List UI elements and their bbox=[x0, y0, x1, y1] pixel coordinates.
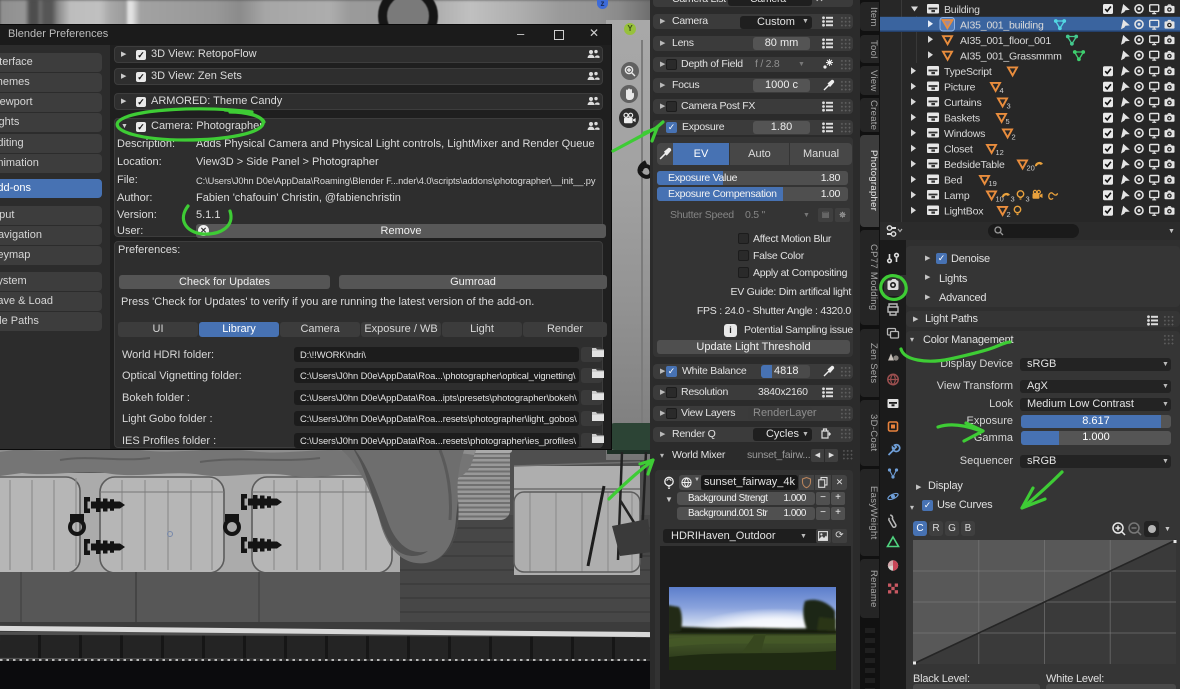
svg-text:Baskets: Baskets bbox=[944, 113, 980, 125]
svg-text:Closet: Closet bbox=[944, 144, 973, 156]
svg-text:Picture: Picture bbox=[944, 82, 976, 94]
svg-text:3: 3 bbox=[1011, 195, 1015, 204]
svg-text:TypeScript: TypeScript bbox=[944, 66, 992, 78]
svg-text:Curtains: Curtains bbox=[944, 97, 982, 109]
svg-text:AI35_001_building: AI35_001_building bbox=[960, 20, 1044, 32]
svg-text:BedsideTable: BedsideTable bbox=[944, 159, 1005, 171]
svg-text:2: 2 bbox=[1007, 210, 1011, 219]
svg-text:Lamp: Lamp bbox=[944, 190, 970, 202]
svg-text:12: 12 bbox=[996, 148, 1004, 157]
svg-text:Bed: Bed bbox=[944, 175, 962, 187]
svg-text:3: 3 bbox=[1007, 102, 1011, 111]
svg-text:3: 3 bbox=[1026, 195, 1030, 204]
svg-text:5: 5 bbox=[1006, 117, 1010, 126]
svg-text:AI35_001_floor_001: AI35_001_floor_001 bbox=[960, 35, 1051, 47]
svg-text:Windows: Windows bbox=[944, 128, 985, 140]
svg-text:Building: Building bbox=[944, 4, 980, 16]
svg-text:AI35_001_Grassmmm: AI35_001_Grassmmm bbox=[960, 51, 1062, 63]
svg-text:4: 4 bbox=[1000, 86, 1004, 95]
svg-text:19: 19 bbox=[989, 179, 997, 188]
svg-text:20: 20 bbox=[1027, 164, 1035, 173]
svg-text:LightBox: LightBox bbox=[944, 206, 984, 218]
svg-text:2: 2 bbox=[1012, 133, 1016, 142]
